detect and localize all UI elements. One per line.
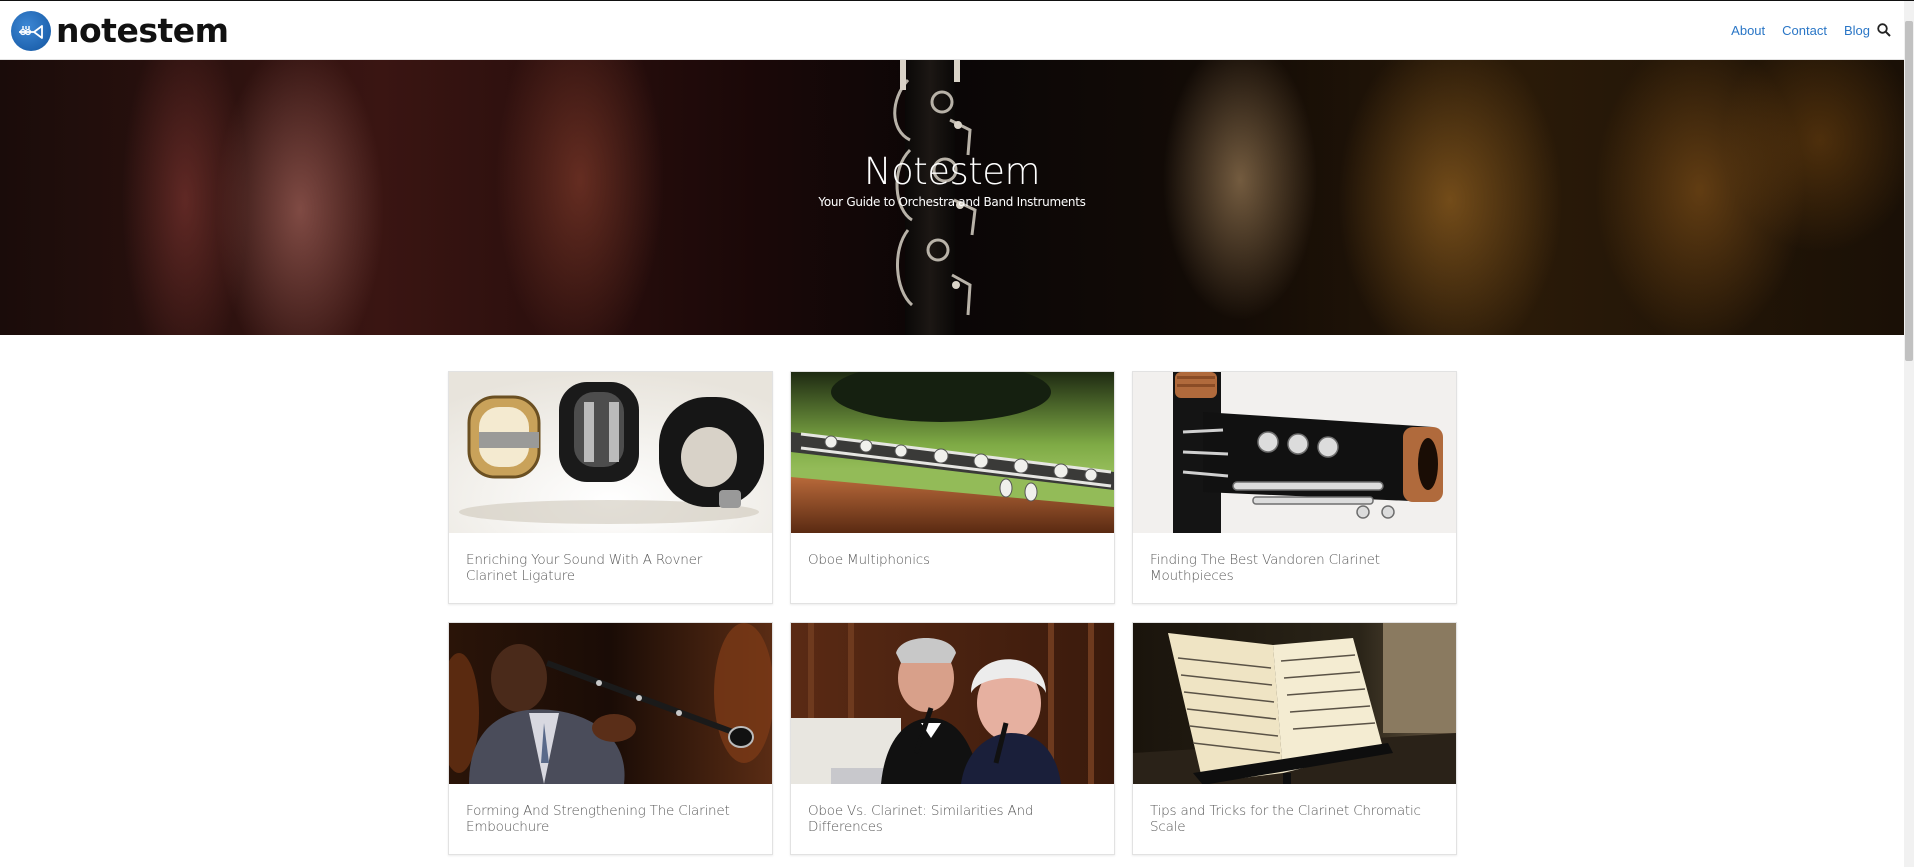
post-card[interactable]: Finding The Best Vandoren Clarinet Mouth… (1132, 371, 1457, 604)
site-logo[interactable]: notestem (11, 9, 229, 52)
post-title[interactable]: Oboe Multiphonics (808, 552, 1098, 568)
post-image-mouthpiece (1133, 372, 1456, 533)
hero-banner: Notestem Your Guide to Orchestra and Ban… (0, 60, 1904, 335)
post-title[interactable]: Finding The Best Vandoren Clarinet Mouth… (1150, 552, 1440, 584)
post-image-sheet-music (1133, 623, 1456, 784)
nav-link-contact[interactable]: Contact (1782, 23, 1827, 38)
post-title[interactable]: Oboe Vs. Clarinet: Similarities And Diff… (808, 803, 1098, 835)
post-image-clarinetist (449, 623, 772, 784)
post-card[interactable]: Tips and Tricks for the Clarinet Chromat… (1132, 622, 1457, 855)
post-title[interactable]: Tips and Tricks for the Clarinet Chromat… (1150, 803, 1440, 835)
post-card[interactable]: Forming And Strengthening The Clarinet E… (448, 622, 773, 855)
main-nav: About Contact Blog (1714, 1, 1870, 60)
hero-title: Notestem (863, 150, 1041, 193)
post-card[interactable]: Enriching Your Sound With A Rovner Clari… (448, 371, 773, 604)
site-header: notestem About Contact Blog (0, 1, 1904, 60)
hero-subtitle: Your Guide to Orchestra and Band Instrum… (818, 195, 1086, 209)
post-card[interactable]: Oboe Vs. Clarinet: Similarities And Diff… (790, 622, 1115, 855)
post-title[interactable]: Forming And Strengthening The Clarinet E… (466, 803, 756, 835)
nav-link-blog[interactable]: Blog (1844, 23, 1870, 38)
page-scrollbar[interactable] (1904, 1, 1914, 867)
post-title[interactable]: Enriching Your Sound With A Rovner Clari… (466, 552, 756, 584)
post-image-oboe (791, 372, 1114, 533)
trumpet-icon (11, 10, 51, 51)
scrollbar-thumb[interactable] (1905, 21, 1913, 361)
post-image-ligatures (449, 372, 772, 533)
post-image-oboe-clarinet-players (791, 623, 1114, 784)
search-icon[interactable] (1876, 22, 1892, 38)
nav-link-about[interactable]: About (1731, 23, 1765, 38)
logo-text: notestem (56, 11, 229, 50)
post-card[interactable]: Oboe Multiphonics (790, 371, 1115, 604)
